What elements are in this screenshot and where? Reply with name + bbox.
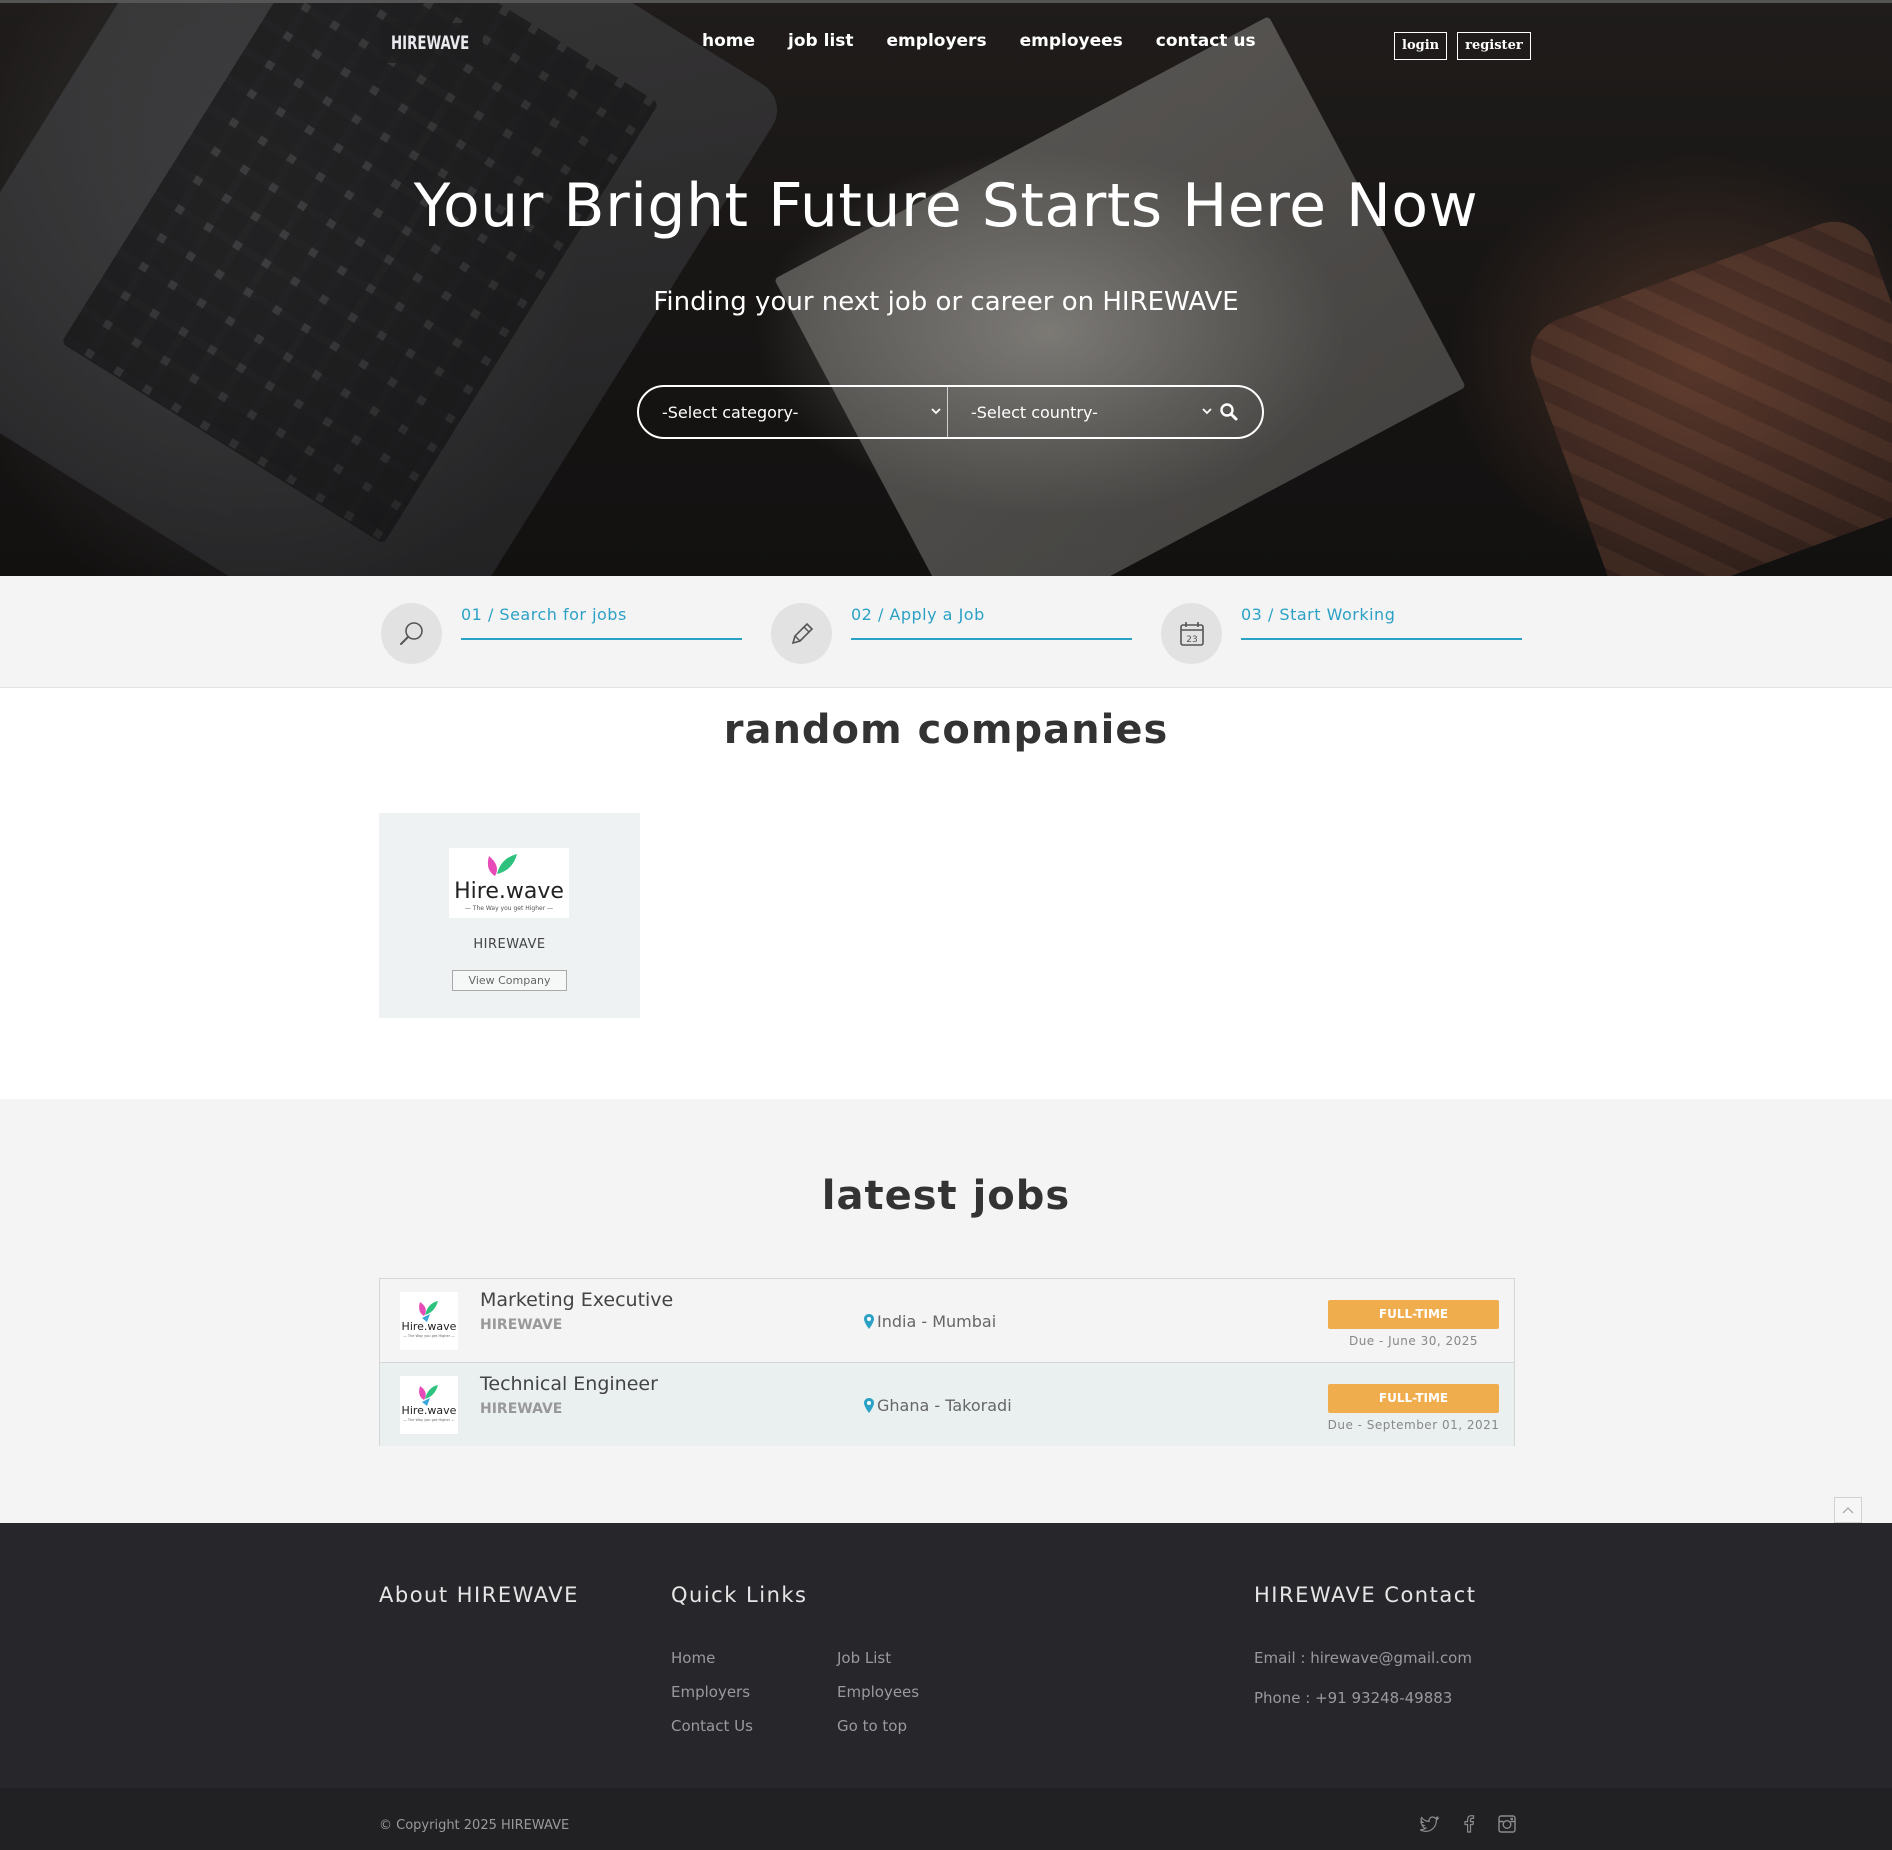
hirewave-logo-icon: Hire.wave — The Way you get Higher — bbox=[454, 854, 564, 912]
footer-link-contact-us[interactable]: Contact Us bbox=[671, 1717, 753, 1735]
latest-jobs-section: latest jobs Hire.wave — The Way you get … bbox=[0, 1099, 1892, 1523]
step-underline bbox=[461, 638, 742, 640]
job-company-logo: Hire.wave — The Way you get Higher — bbox=[400, 1292, 458, 1350]
job-company-logo: Hire.wave — The Way you get Higher — bbox=[400, 1376, 458, 1434]
job-due-date: Due - September 01, 2021 bbox=[1327, 1418, 1500, 1432]
hirewave-logo-icon: Hire.wave — The Way you get Higher — bbox=[402, 1301, 457, 1338]
country-select-value: -Select country- bbox=[971, 402, 1098, 422]
step-label: 01 / Search for jobs bbox=[461, 605, 627, 624]
calendar-icon: 23 bbox=[1179, 621, 1204, 646]
company-name: HIREWAVE bbox=[473, 937, 546, 952]
jobs-title: latest jobs bbox=[821, 1173, 1071, 1219]
magnifier-icon bbox=[399, 621, 423, 645]
register-button[interactable]: register bbox=[1457, 32, 1531, 60]
main-nav: home job list employers employees contac… bbox=[702, 31, 1289, 51]
country-select[interactable]: -Select country- bbox=[948, 387, 1218, 437]
copyright-text: © Copyright 2025 HIREWAVE bbox=[379, 1818, 570, 1833]
company-logo[interactable]: Hire.wave — The Way you get Higher — bbox=[449, 848, 569, 918]
footer-email: Email : hirewave@gmail.com bbox=[1254, 1649, 1472, 1667]
companies-title: random companies bbox=[723, 707, 1169, 753]
job-due-date: Due - June 30, 2025 bbox=[1348, 1334, 1479, 1348]
footer-about-heading: About HIREWAVE bbox=[379, 1583, 579, 1607]
how-it-works-steps: 01 / Search for jobs 02 / Apply a Job 23… bbox=[0, 576, 1892, 688]
step-underline bbox=[1241, 638, 1522, 640]
category-select-value: -Select category- bbox=[662, 402, 799, 422]
svg-text:Hire.wave: Hire.wave bbox=[402, 1320, 457, 1333]
hero-title: Your Bright Future Starts Here Now bbox=[413, 171, 1479, 241]
company-card: Hire.wave — The Way you get Higher — HIR… bbox=[379, 813, 640, 1018]
nav-job-list[interactable]: job list bbox=[788, 31, 854, 51]
step-label: 03 / Start Working bbox=[1241, 605, 1396, 624]
site-footer: About HIREWAVE Quick Links HIREWAVE Cont… bbox=[0, 1523, 1892, 1788]
footer-link-home[interactable]: Home bbox=[671, 1649, 715, 1667]
step-label: 02 / Apply a Job bbox=[851, 605, 985, 624]
hirewave-logo-icon: Hire.wave — The Way you get Higher — bbox=[402, 1385, 457, 1422]
nav-contact-us[interactable]: contact us bbox=[1156, 31, 1256, 51]
step-icon-circle: 23 bbox=[1161, 603, 1222, 664]
chevron-up-icon bbox=[1842, 1507, 1854, 1514]
job-row[interactable]: Hire.wave — The Way you get Higher — Mar… bbox=[380, 1279, 1514, 1363]
footer-link-go-to-top[interactable]: Go to top bbox=[837, 1717, 907, 1735]
job-title[interactable]: Technical Engineer bbox=[480, 1373, 658, 1395]
job-logo-tagline: — The Way you get Higher — bbox=[403, 1418, 455, 1422]
chevron-down-icon bbox=[931, 408, 941, 415]
job-row[interactable]: Hire.wave — The Way you get Higher — Tec… bbox=[380, 1362, 1514, 1446]
job-type-badge: FULL-TIME bbox=[1328, 1384, 1499, 1413]
map-pin-icon bbox=[864, 1398, 874, 1413]
job-location: Ghana - Takoradi bbox=[864, 1396, 1012, 1415]
job-search-form: -Select category- -Select country- bbox=[637, 385, 1264, 439]
job-location-text: Ghana - Takoradi bbox=[877, 1396, 1012, 1415]
view-company-button[interactable]: View Company bbox=[452, 970, 567, 991]
job-type-badge: FULL-TIME bbox=[1328, 1300, 1499, 1329]
facebook-icon[interactable] bbox=[1459, 1814, 1479, 1834]
step-icon-circle bbox=[771, 603, 832, 664]
pencil-icon bbox=[791, 622, 813, 644]
footer-contact-heading: HIREWAVE Contact bbox=[1254, 1583, 1477, 1607]
company-logo-tagline: — The Way you get Higher — bbox=[465, 905, 553, 912]
footer-link-employees[interactable]: Employees bbox=[837, 1683, 919, 1701]
twitter-icon[interactable] bbox=[1420, 1814, 1440, 1834]
footer-phone: Phone : +91 93248-49883 bbox=[1254, 1689, 1453, 1707]
brand-logo-text: HIREWAVE bbox=[391, 32, 470, 54]
step-underline bbox=[851, 638, 1132, 640]
jobs-list: Hire.wave — The Way you get Higher — Mar… bbox=[379, 1278, 1515, 1446]
map-pin-icon bbox=[864, 1314, 874, 1329]
job-company: HIREWAVE bbox=[480, 1317, 563, 1333]
job-location-text: India - Mumbai bbox=[877, 1312, 997, 1331]
job-title[interactable]: Marketing Executive bbox=[480, 1289, 673, 1311]
svg-text:23: 23 bbox=[1186, 635, 1197, 645]
svg-text:Hire.wave: Hire.wave bbox=[402, 1404, 457, 1417]
login-button[interactable]: login bbox=[1394, 32, 1448, 60]
footer-link-job-list[interactable]: Job List bbox=[837, 1649, 891, 1667]
search-icon[interactable] bbox=[1218, 401, 1240, 423]
category-select[interactable]: -Select category- bbox=[639, 387, 948, 437]
job-location: India - Mumbai bbox=[864, 1312, 996, 1331]
instagram-icon[interactable] bbox=[1497, 1814, 1517, 1834]
nav-employers[interactable]: employers bbox=[887, 31, 987, 51]
auth-buttons: login register bbox=[1394, 32, 1531, 60]
chevron-down-icon bbox=[1202, 408, 1212, 415]
footer-links-heading: Quick Links bbox=[671, 1583, 808, 1607]
job-logo-tagline: — The Way you get Higher — bbox=[403, 1334, 455, 1338]
brand-logo[interactable]: HIREWAVE bbox=[381, 23, 483, 63]
nav-employees[interactable]: employees bbox=[1020, 31, 1123, 51]
step-icon-circle bbox=[381, 603, 442, 664]
hero-banner: HIREWAVE home job list employers employe… bbox=[0, 0, 1892, 576]
hero-subtitle: Finding your next job or career on HIREW… bbox=[653, 287, 1239, 317]
job-company: HIREWAVE bbox=[480, 1401, 563, 1417]
scroll-to-top-button[interactable] bbox=[1834, 1497, 1862, 1523]
random-companies-section: random companies Hire.wave — The Way you… bbox=[0, 689, 1892, 1099]
footer-link-employers[interactable]: Employers bbox=[671, 1683, 750, 1701]
svg-text:Hire.wave: Hire.wave bbox=[454, 879, 564, 904]
footer-bottom-bar: © Copyright 2025 HIREWAVE bbox=[0, 1788, 1892, 1850]
nav-home[interactable]: home bbox=[702, 31, 755, 51]
